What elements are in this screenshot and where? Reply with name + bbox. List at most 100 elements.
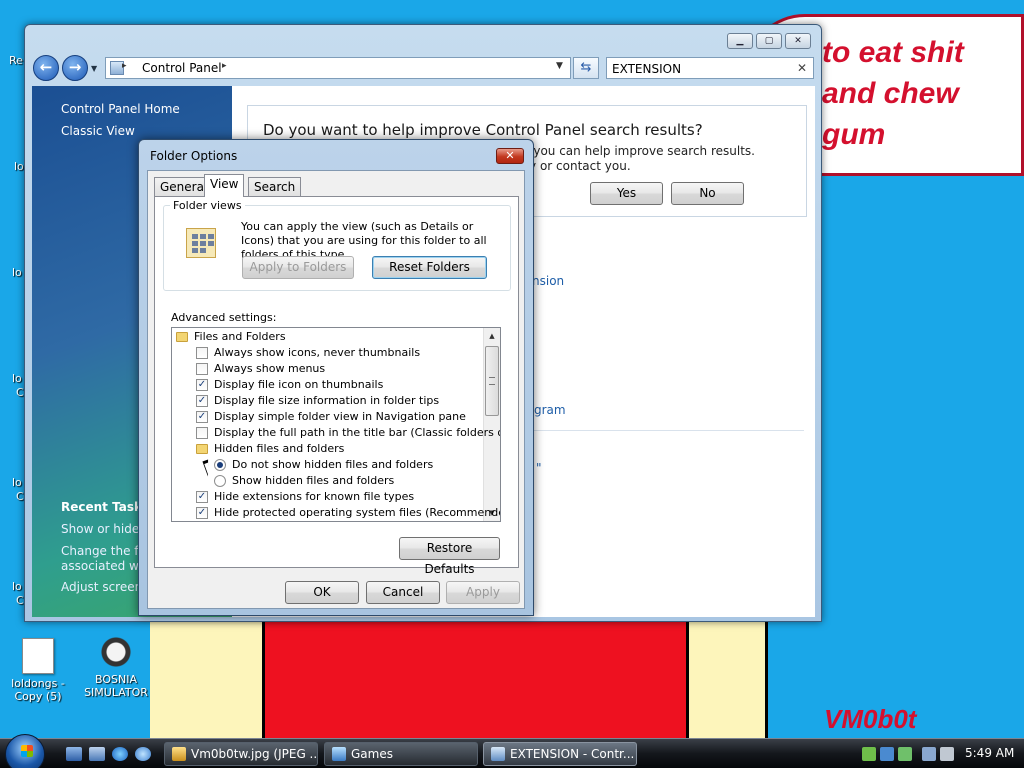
minimize-button[interactable]: ▁	[727, 33, 753, 49]
wallpaper-signature: VM0b0t	[824, 704, 917, 734]
settings-option-label: Hide extensions for known file types	[214, 490, 415, 503]
dialog-close-button[interactable]: ✕	[496, 148, 524, 164]
forward-button[interactable]: →	[62, 55, 88, 81]
desktop-icon-loldongs[interactable]: loldongs - Copy (5)	[0, 638, 76, 703]
cancel-button[interactable]: Cancel	[366, 581, 440, 604]
settings-option-label: Display file size information in folder …	[214, 394, 440, 407]
scroll-thumb[interactable]	[485, 346, 499, 416]
checkbox[interactable]	[196, 347, 208, 359]
tray-app-icon[interactable]	[880, 747, 894, 761]
desktop-icon-label-fragment[interactable]: lo	[12, 372, 22, 385]
divider	[532, 430, 804, 431]
maximize-button[interactable]: ▢	[756, 33, 782, 49]
folder-views-label: Folder views	[170, 199, 245, 212]
wallpaper-arm-left	[150, 620, 265, 740]
desktop-icon-label-fragment[interactable]: C	[16, 594, 24, 607]
tray-app-icon[interactable]	[898, 747, 912, 761]
speech-line: and chew	[822, 77, 959, 110]
taskbar: Vm0b0tw.jpg (JPEG ... Games EXTENSION - …	[0, 734, 1024, 768]
checkbox[interactable]: ✓	[196, 507, 208, 519]
taskbar-item-games[interactable]: Games	[324, 742, 478, 766]
taskbar-item-control-panel[interactable]: EXTENSION - Contr...	[483, 742, 637, 766]
start-button[interactable]	[5, 734, 45, 768]
switch-windows-icon[interactable]	[89, 747, 105, 761]
tab-view[interactable]: View	[204, 174, 245, 197]
desktop-icon-label-fragment[interactable]: C	[16, 490, 24, 503]
tab-search[interactable]: Search	[248, 177, 302, 196]
recent-pages-dropdown[interactable]: ▼	[91, 64, 97, 73]
checkbox[interactable]: ✓	[196, 395, 208, 407]
taskbar-item-label: EXTENSION - Contr...	[510, 747, 635, 761]
desktop-icon-label-fragment[interactable]: Re	[9, 54, 23, 67]
checkbox[interactable]: ✓	[196, 491, 208, 503]
breadcrumb-separator-icon[interactable]: ▸	[222, 61, 227, 71]
ok-button[interactable]: OK	[285, 581, 359, 604]
breadcrumb-separator-icon[interactable]: ▸	[122, 61, 127, 71]
internet-explorer-icon[interactable]	[112, 747, 128, 761]
volume-muted-icon[interactable]	[940, 747, 954, 761]
settings-option-label: Always show icons, never thumbnails	[214, 346, 421, 359]
taskbar-item-label: Vm0b0tw.jpg (JPEG ...	[191, 747, 318, 761]
yes-button[interactable]: Yes	[590, 182, 663, 205]
wallpaper-body	[262, 620, 702, 740]
document-icon	[22, 638, 54, 674]
refresh-button[interactable]: ⇆	[573, 57, 599, 79]
link-classic-view[interactable]: Classic View	[61, 124, 135, 138]
folder-options-dialog: Folder Options ✕ General View Search Fol…	[138, 139, 534, 616]
folder-icon	[176, 332, 188, 342]
clear-search-icon[interactable]: ✕	[797, 61, 807, 75]
windows-logo-icon	[21, 745, 33, 757]
search-result-link[interactable]: "	[536, 461, 542, 475]
desktop-icon-label-fragment[interactable]: lo	[12, 266, 22, 279]
desktop-icon-label-fragment[interactable]: lo	[12, 580, 22, 593]
desktop-icon-label-fragment[interactable]: lo	[14, 160, 24, 173]
address-dropdown-icon[interactable]: ▼	[556, 61, 563, 71]
reset-folders-button[interactable]: Reset Folders	[372, 256, 487, 279]
clock[interactable]: 5:49 AM	[965, 746, 1014, 760]
recent-tasks-heading: Recent Tasks	[61, 500, 150, 514]
view-tab-panel: Folder views You can apply the view (suc…	[154, 196, 519, 576]
apply-to-folders-button[interactable]: Apply to Folders	[242, 256, 354, 279]
tray-arrow-icon[interactable]	[862, 747, 876, 761]
search-result-link[interactable]: nsion	[532, 274, 564, 288]
settings-option-label: Display file icon on thumbnails	[214, 378, 384, 391]
checkbox[interactable]: ✓	[196, 379, 208, 391]
close-button[interactable]: ✕	[785, 33, 811, 49]
apply-button[interactable]: Apply	[446, 581, 520, 604]
network-icon[interactable]	[922, 747, 936, 761]
desktop-icon-label-fragment[interactable]: lo	[12, 476, 22, 489]
folder-icon	[196, 444, 208, 454]
settings-option-label: Show hidden files and folders	[232, 474, 395, 487]
advanced-settings-tree[interactable]: ▲ ▼ Files and Folders Always show icons, …	[171, 327, 501, 522]
scroll-up-icon[interactable]: ▲	[484, 328, 500, 344]
link-control-panel-home[interactable]: Control Panel Home	[61, 102, 180, 116]
folder-views-icon	[186, 228, 216, 258]
restore-defaults-button[interactable]: Restore Defaults	[399, 537, 500, 576]
taskbar-item-image-viewer[interactable]: Vm0b0tw.jpg (JPEG ...	[164, 742, 318, 766]
search-result-link[interactable]: gram	[534, 403, 566, 417]
radio-button[interactable]	[214, 475, 226, 487]
radio-button[interactable]	[214, 459, 226, 471]
desktop-icon-bosnia-simulator[interactable]: BOSNIA SIMULATOR	[78, 634, 154, 699]
settings-option-label: Display the full path in the title bar (…	[214, 426, 501, 439]
search-input-value: EXTENSION	[612, 62, 682, 76]
search-input[interactable]: EXTENSION ✕	[606, 57, 814, 79]
checkbox[interactable]: ✓	[196, 411, 208, 423]
dialog-body: General View Search Folder views You can…	[147, 170, 525, 609]
media-player-icon[interactable]	[135, 747, 151, 761]
control-panel-icon	[491, 747, 505, 761]
back-button[interactable]: ←	[33, 55, 59, 81]
settings-option-label: Files and Folders	[194, 330, 286, 343]
breadcrumb-control-panel[interactable]: Control Panel	[142, 61, 222, 75]
checkbox[interactable]	[196, 427, 208, 439]
desktop-icon-label: loldongs - Copy (5)	[11, 677, 65, 703]
no-button[interactable]: No	[671, 182, 744, 205]
show-desktop-icon[interactable]	[66, 747, 82, 761]
mine-shortcut-icon	[100, 634, 132, 670]
system-tray: 5:49 AM	[862, 742, 1024, 766]
checkbox[interactable]	[196, 363, 208, 375]
address-bar[interactable]: ▸ Control Panel ▸ ▼	[105, 57, 571, 79]
desktop-icon-label-fragment[interactable]: C	[16, 386, 24, 399]
settings-option-label: Always show menus	[214, 362, 326, 375]
dialog-title: Folder Options	[150, 149, 238, 163]
